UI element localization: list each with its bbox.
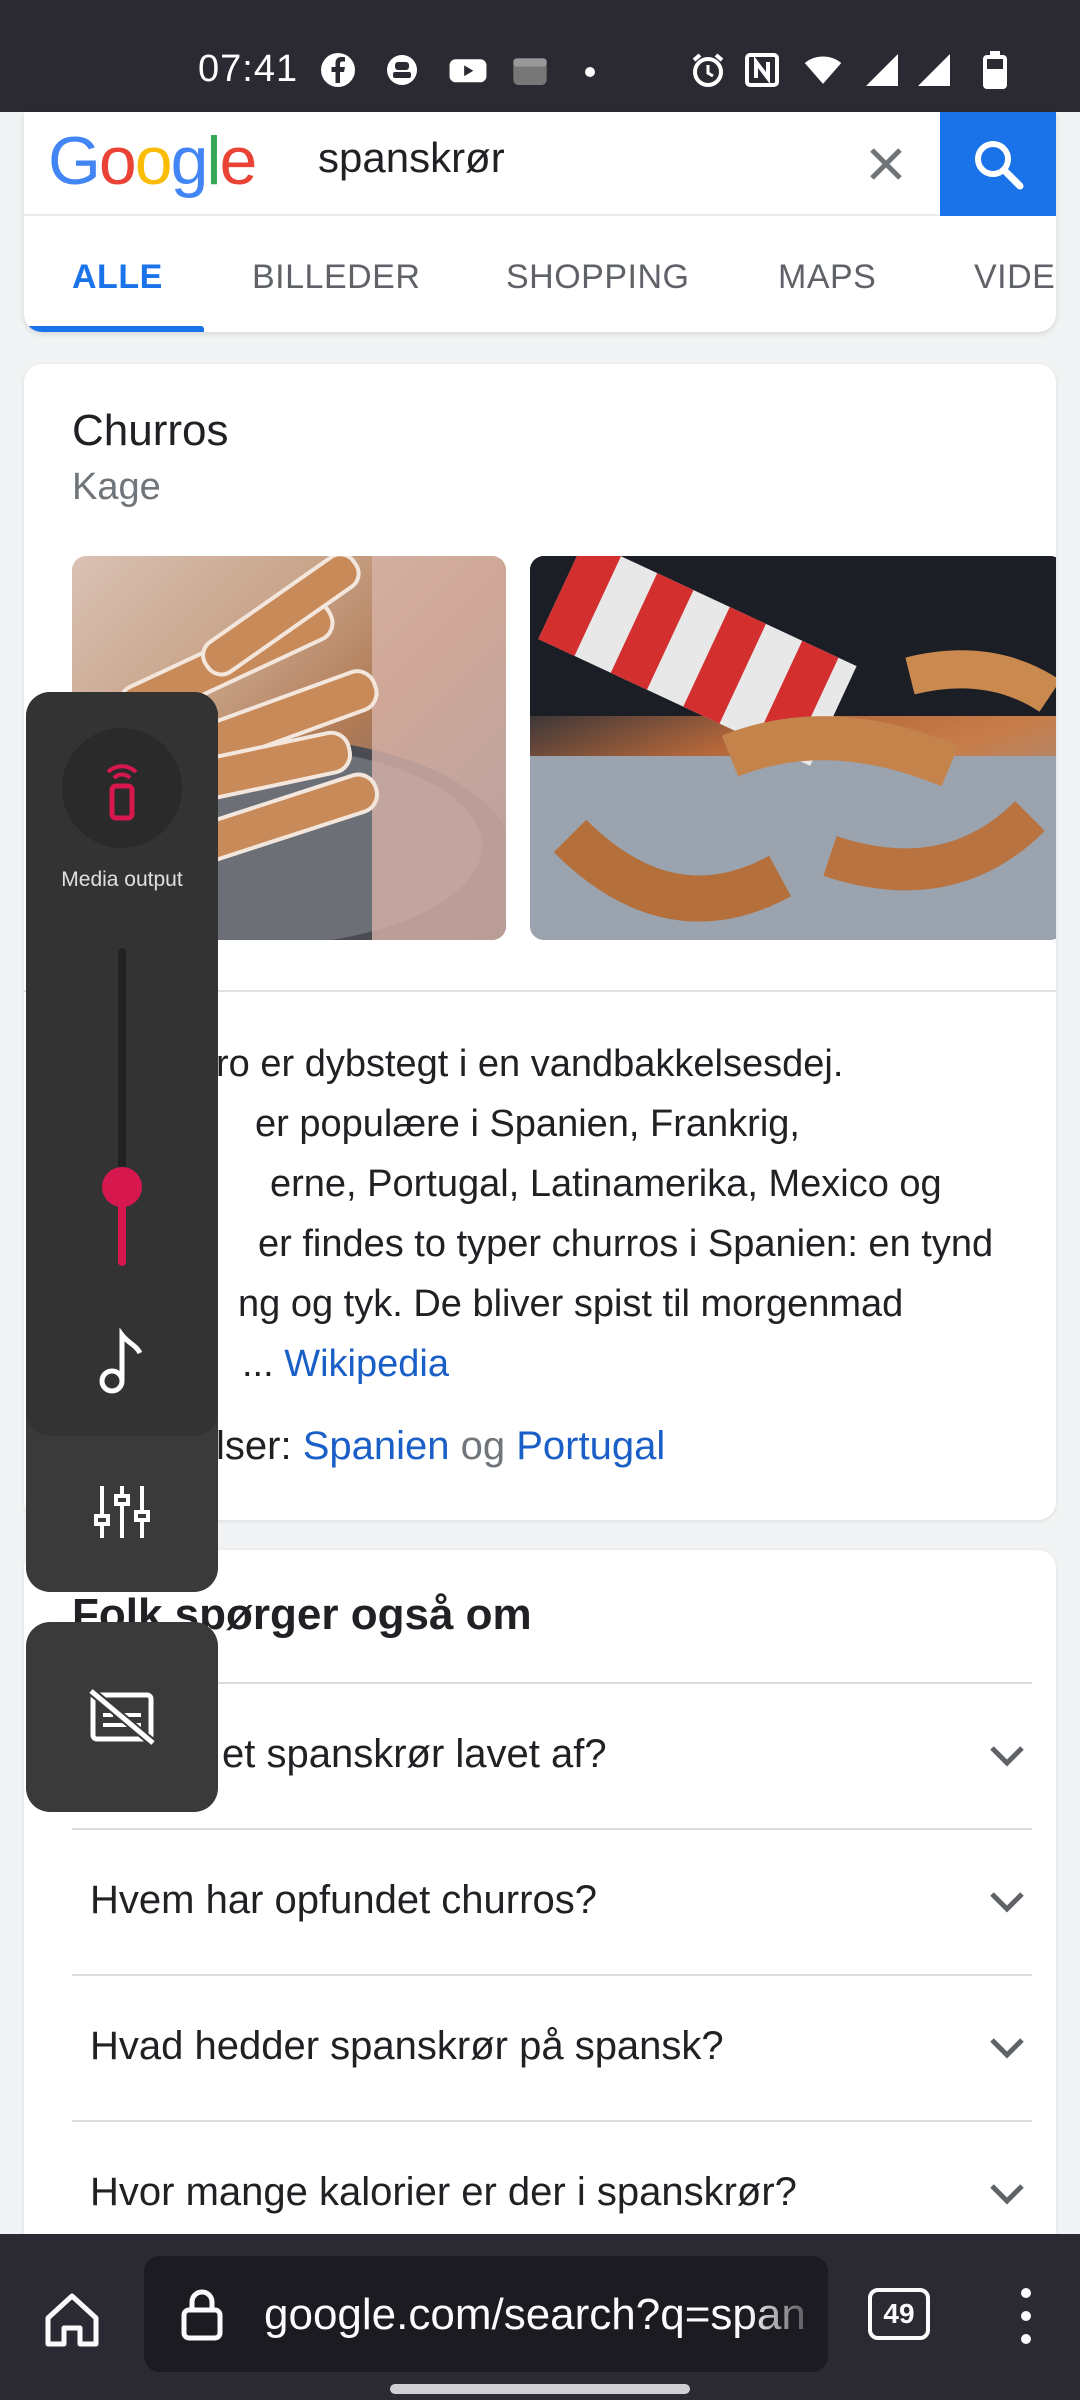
tab-video[interactable]: VIDEO: [974, 258, 1056, 297]
wifi-icon: [800, 50, 846, 90]
chevron-down-icon: [990, 1746, 1024, 1767]
chevron-down-icon: [990, 2184, 1024, 2205]
origin-joiner: og: [460, 1424, 506, 1468]
browser-toolbar: google.com/search?q=span 49: [0, 2234, 1080, 2400]
alarm-icon: [688, 50, 728, 90]
live-caption-button[interactable]: [26, 1622, 218, 1812]
youtube-notification-icon: [442, 50, 494, 90]
search-input[interactable]: spanskrør: [318, 134, 505, 182]
paa-question[interactable]: Hvem har opfundet churros?: [72, 1828, 1032, 1974]
signal-icon-1: [862, 50, 902, 90]
paa-question-text: Hvad hedder spanskrør på spansk?: [90, 2024, 724, 2068]
captions-off-icon: [88, 1687, 156, 1747]
entity-subtitle: Kage: [72, 466, 161, 508]
search-button[interactable]: [940, 112, 1056, 216]
logo-letter: G: [48, 123, 101, 199]
media-output-button[interactable]: [62, 728, 182, 848]
search-tabs: ALLE BILLEDER SHOPPING MAPS VIDEO: [24, 218, 1056, 332]
menu-dot: [1021, 2288, 1031, 2298]
chevron-down-icon: [990, 1892, 1024, 1913]
paa-question-text: Hvor mange kalorier er der i spanskrør?: [90, 2170, 797, 2214]
clear-search-button[interactable]: [854, 132, 918, 196]
chevron-down-icon: [990, 2038, 1024, 2059]
music-note-icon: [99, 1327, 143, 1394]
media-volume-stream-button[interactable]: [82, 1322, 162, 1402]
menu-dot: [1021, 2334, 1031, 2344]
logo-letter: g: [170, 123, 209, 199]
url-text: google.com/search?q=span: [264, 2290, 806, 2339]
search-bar: Google spanskrør: [24, 112, 1056, 216]
menu-button[interactable]: [1006, 2280, 1046, 2352]
status-bar: 07:41: [0, 0, 1080, 112]
gesture-navigation-bar[interactable]: [390, 2384, 690, 2394]
battery-icon: [980, 50, 1010, 90]
lock-icon[interactable]: [174, 2286, 230, 2342]
equalizer-icon: [94, 1486, 150, 1538]
tab-alle[interactable]: ALLE: [72, 258, 163, 297]
wikipedia-link[interactable]: Wikipedia: [284, 1343, 449, 1385]
search-header: Google spanskrør ALLE BILLEDER SHOPPING …: [24, 112, 1056, 332]
signal-icon-2: [914, 50, 954, 90]
cast-device-icon: [106, 764, 138, 821]
logo-letter: e: [219, 123, 258, 199]
media-output-label: Media output: [61, 868, 183, 891]
facebook-notification-icon: [318, 50, 358, 90]
logo-letter: l: [206, 123, 221, 199]
clapperboard-notification-icon: [506, 50, 554, 90]
entity-title[interactable]: Churros: [72, 406, 229, 456]
volume-panel: Media output: [26, 692, 218, 1592]
more-notifications-dot-icon: [570, 50, 610, 90]
home-button[interactable]: [36, 2284, 108, 2356]
paa-question[interactable]: Hvor mange kalorier er der i spanskrør?: [72, 2120, 1032, 2250]
sound-settings-button[interactable]: [82, 1472, 162, 1552]
status-time: 07:41: [198, 48, 299, 90]
url-bar[interactable]: google.com/search?q=span: [144, 2256, 828, 2372]
paa-question-text: Hvem har opfundet churros?: [90, 1878, 597, 1922]
tab-maps[interactable]: MAPS: [778, 258, 876, 297]
description-line: ...: [242, 1343, 274, 1385]
menu-dot: [1021, 2311, 1031, 2321]
origin-label: lser:: [216, 1424, 292, 1468]
tab-shopping[interactable]: SHOPPING: [506, 258, 689, 297]
active-tab-indicator: [24, 326, 204, 332]
origin-link-spanien[interactable]: Spanien: [303, 1424, 450, 1468]
logo-letter: o: [134, 123, 173, 199]
home-icon: [45, 2293, 99, 2347]
origin-link-portugal[interactable]: Portugal: [516, 1424, 665, 1468]
tab-billeder[interactable]: BILLEDER: [252, 258, 420, 297]
google-logo[interactable]: Google: [48, 122, 258, 200]
churros-image-2[interactable]: [530, 556, 1056, 940]
paa-question[interactable]: Hvad hedder spanskrør på spansk?: [72, 1974, 1032, 2120]
url-fade: [748, 2256, 828, 2372]
search-icon: [975, 141, 1024, 190]
paa-question-text: et spanskrør lavet af?: [222, 1732, 607, 1776]
nfc-icon: [742, 50, 782, 90]
logo-letter: o: [98, 123, 137, 199]
app-notification-icon: [382, 50, 422, 90]
close-icon: [870, 148, 902, 180]
volume-slider-thumb[interactable]: [102, 1166, 142, 1207]
tab-count-button[interactable]: 49: [868, 2288, 930, 2340]
